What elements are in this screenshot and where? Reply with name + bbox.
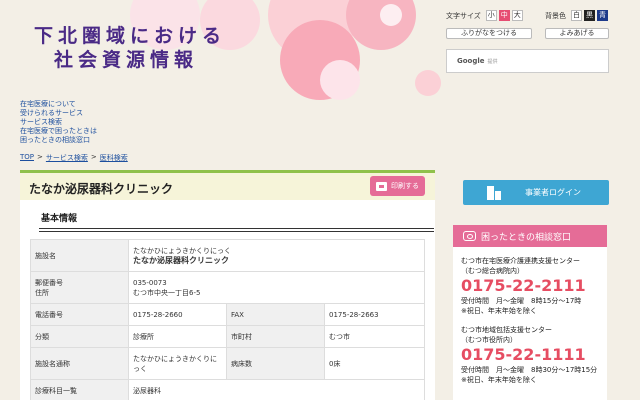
section-divider: [39, 228, 434, 232]
page-title: たなか泌尿器科クリニック: [29, 182, 174, 196]
furigana-button[interactable]: ふりがなをつける: [446, 28, 532, 39]
print-button[interactable]: 印刷する: [370, 176, 425, 196]
table-row: 診療科目一覧 泌尿器科: [30, 379, 425, 400]
center-location: （むつ市役所内）: [461, 336, 517, 344]
building-icon: [487, 185, 501, 200]
center-name: むつ市在宅医療介護連携支援センター: [461, 257, 580, 265]
decor-circle: [320, 60, 360, 100]
facility-name: たなか泌尿器科クリニック: [133, 255, 229, 265]
bg-black-button[interactable]: 黒: [584, 10, 595, 21]
beds-label: 病床数: [226, 347, 325, 380]
consult-center: むつ市在宅医療介護連携支援センター （むつ総合病院内） 0175-22-2111…: [453, 256, 607, 316]
tel-value: 0175-28-2660: [128, 303, 227, 326]
center-hours: 受付時間 月～金曜 8時30分～17時15分: [461, 366, 598, 374]
breadcrumb: TOP > サービス検索 > 医科検索: [20, 153, 128, 163]
beds-value: 0床: [324, 347, 425, 380]
decor-circle: [346, 0, 416, 50]
font-size-label: 文字サイズ: [446, 11, 481, 20]
table-row: 施設名通称 たなかひにょうきかくりにっく 病床数 0床: [30, 347, 425, 380]
departments-value: 泌尿器科: [128, 379, 425, 400]
nav-link-about[interactable]: 在宅医療について: [20, 100, 97, 109]
city-value: むつ市: [324, 325, 425, 348]
category-label: 分類: [30, 325, 129, 348]
breadcrumb-separator: >: [90, 153, 97, 161]
facility-label: 施設名: [30, 239, 129, 272]
center-hours: 受付時間 月～金曜 8時15分～17時: [461, 297, 582, 305]
nav-link-troubles[interactable]: 在宅医療で困ったときは: [20, 127, 97, 136]
category-value: 診療所: [128, 325, 227, 348]
clinic-header: たなか泌尿器科クリニック 印刷する: [20, 173, 435, 200]
bg-color-switcher: 背景色 白 黒 青: [545, 10, 608, 21]
font-size-medium-button[interactable]: 中: [498, 10, 510, 21]
main-content: たなか泌尿器科クリニック 印刷する 基本情報 施設名 たなかひにょうきかくりにっ…: [20, 170, 435, 400]
postal-label: 郵便番号: [35, 278, 63, 287]
breadcrumb-top[interactable]: TOP: [20, 153, 34, 163]
printer-icon: [376, 181, 387, 191]
side-nav: 在宅医療について 受けられるサービス サービス検索 在宅医療で困ったときは 困っ…: [20, 100, 97, 145]
center-note: ※祝日、年末年始を除く: [461, 307, 537, 315]
consult-title: 困ったときの相談窓口: [481, 232, 572, 243]
alias-label: 施設名通称: [30, 347, 129, 380]
address-value: むつ市中央一丁目6-5: [133, 288, 201, 297]
font-size-small-button[interactable]: 小: [485, 10, 497, 21]
address-label: 住所: [35, 288, 49, 297]
font-size-large-button[interactable]: 大: [511, 10, 523, 21]
business-login-button[interactable]: 事業者ログイン: [463, 180, 609, 205]
alias-value: たなかひにょうきかくりにっく: [128, 347, 227, 380]
site-title-line2: 社会資源情報: [54, 49, 199, 71]
nav-link-consult[interactable]: 困ったときの相談窓口: [20, 136, 97, 145]
phone-icon: [463, 231, 476, 241]
consult-header: 困ったときの相談窓口: [453, 225, 607, 247]
center-phone-number[interactable]: 0175-22-2111: [461, 276, 607, 296]
consult-center: むつ市地域包括支援センター （むつ市役所内） 0175-22-1111 受付時間…: [453, 325, 607, 385]
tel-label: 電話番号: [30, 303, 129, 326]
center-note: ※祝日、年末年始を除く: [461, 376, 537, 384]
info-table: 施設名 たなかひにょうきかくりにっく たなか泌尿器科クリニック 郵便番号 住所 …: [30, 239, 425, 400]
nav-link-search[interactable]: サービス検索: [20, 118, 97, 127]
postal-address-cell: 035-0073 むつ市中央一丁目6-5: [128, 271, 425, 304]
postal-value: 035-0073: [133, 278, 167, 287]
facility-kana: たなかひにょうきかくりにっく: [133, 246, 231, 255]
departments-label: 診療科目一覧: [30, 379, 129, 400]
bg-color-label: 背景色: [545, 11, 566, 20]
login-button-label: 事業者ログイン: [525, 188, 581, 197]
table-row: 分類 診療所 市町村 むつ市: [30, 325, 425, 348]
decor-circle: [415, 70, 441, 96]
center-name: むつ市地域包括支援センター: [461, 326, 552, 334]
table-row: 電話番号 0175-28-2660 FAX 0175-28-2663: [30, 303, 425, 326]
city-label: 市町村: [226, 325, 325, 348]
nav-link-services[interactable]: 受けられるサービス: [20, 109, 97, 118]
site-title[interactable]: 下北圏域における 社会資源情報: [34, 24, 226, 72]
table-row: 郵便番号 住所 035-0073 むつ市中央一丁目6-5: [30, 271, 425, 304]
search-provider-label: 提供: [487, 59, 498, 65]
breadcrumb-service-search[interactable]: サービス検索: [46, 153, 88, 163]
consult-panel: 困ったときの相談窓口 むつ市在宅医療介護連携支援センター （むつ総合病院内） 0…: [453, 225, 607, 400]
decor-circle: [380, 4, 402, 26]
facility-cell: たなかひにょうきかくりにっく たなか泌尿器科クリニック: [128, 239, 425, 272]
site-title-line1: 下北圏域における: [34, 25, 227, 47]
bg-blue-button[interactable]: 青: [597, 10, 608, 21]
breadcrumb-medical-search[interactable]: 医科検索: [100, 153, 128, 163]
center-location: （むつ総合病院内）: [461, 267, 524, 275]
bg-white-button[interactable]: 白: [571, 10, 582, 21]
print-button-label: 印刷する: [391, 182, 419, 190]
center-phone-number[interactable]: 0175-22-1111: [461, 345, 607, 365]
postal-address-label: 郵便番号 住所: [30, 271, 129, 304]
read-aloud-button[interactable]: よみあげる: [545, 28, 609, 39]
google-logo: Google: [457, 57, 485, 65]
section-title: 基本情報: [41, 214, 78, 224]
breadcrumb-separator: >: [37, 153, 43, 161]
table-row: 施設名 たなかひにょうきかくりにっく たなか泌尿器科クリニック: [30, 239, 425, 272]
search-input[interactable]: Google 提供: [446, 49, 609, 73]
fax-value: 0175-28-2663: [324, 303, 425, 326]
font-size-switcher: 文字サイズ 小 中 大: [446, 10, 523, 21]
fax-label: FAX: [226, 303, 325, 326]
page: 下北圏域における 社会資源情報 文字サイズ 小 中 大 背景色 白 黒 青 ふり…: [0, 0, 640, 400]
